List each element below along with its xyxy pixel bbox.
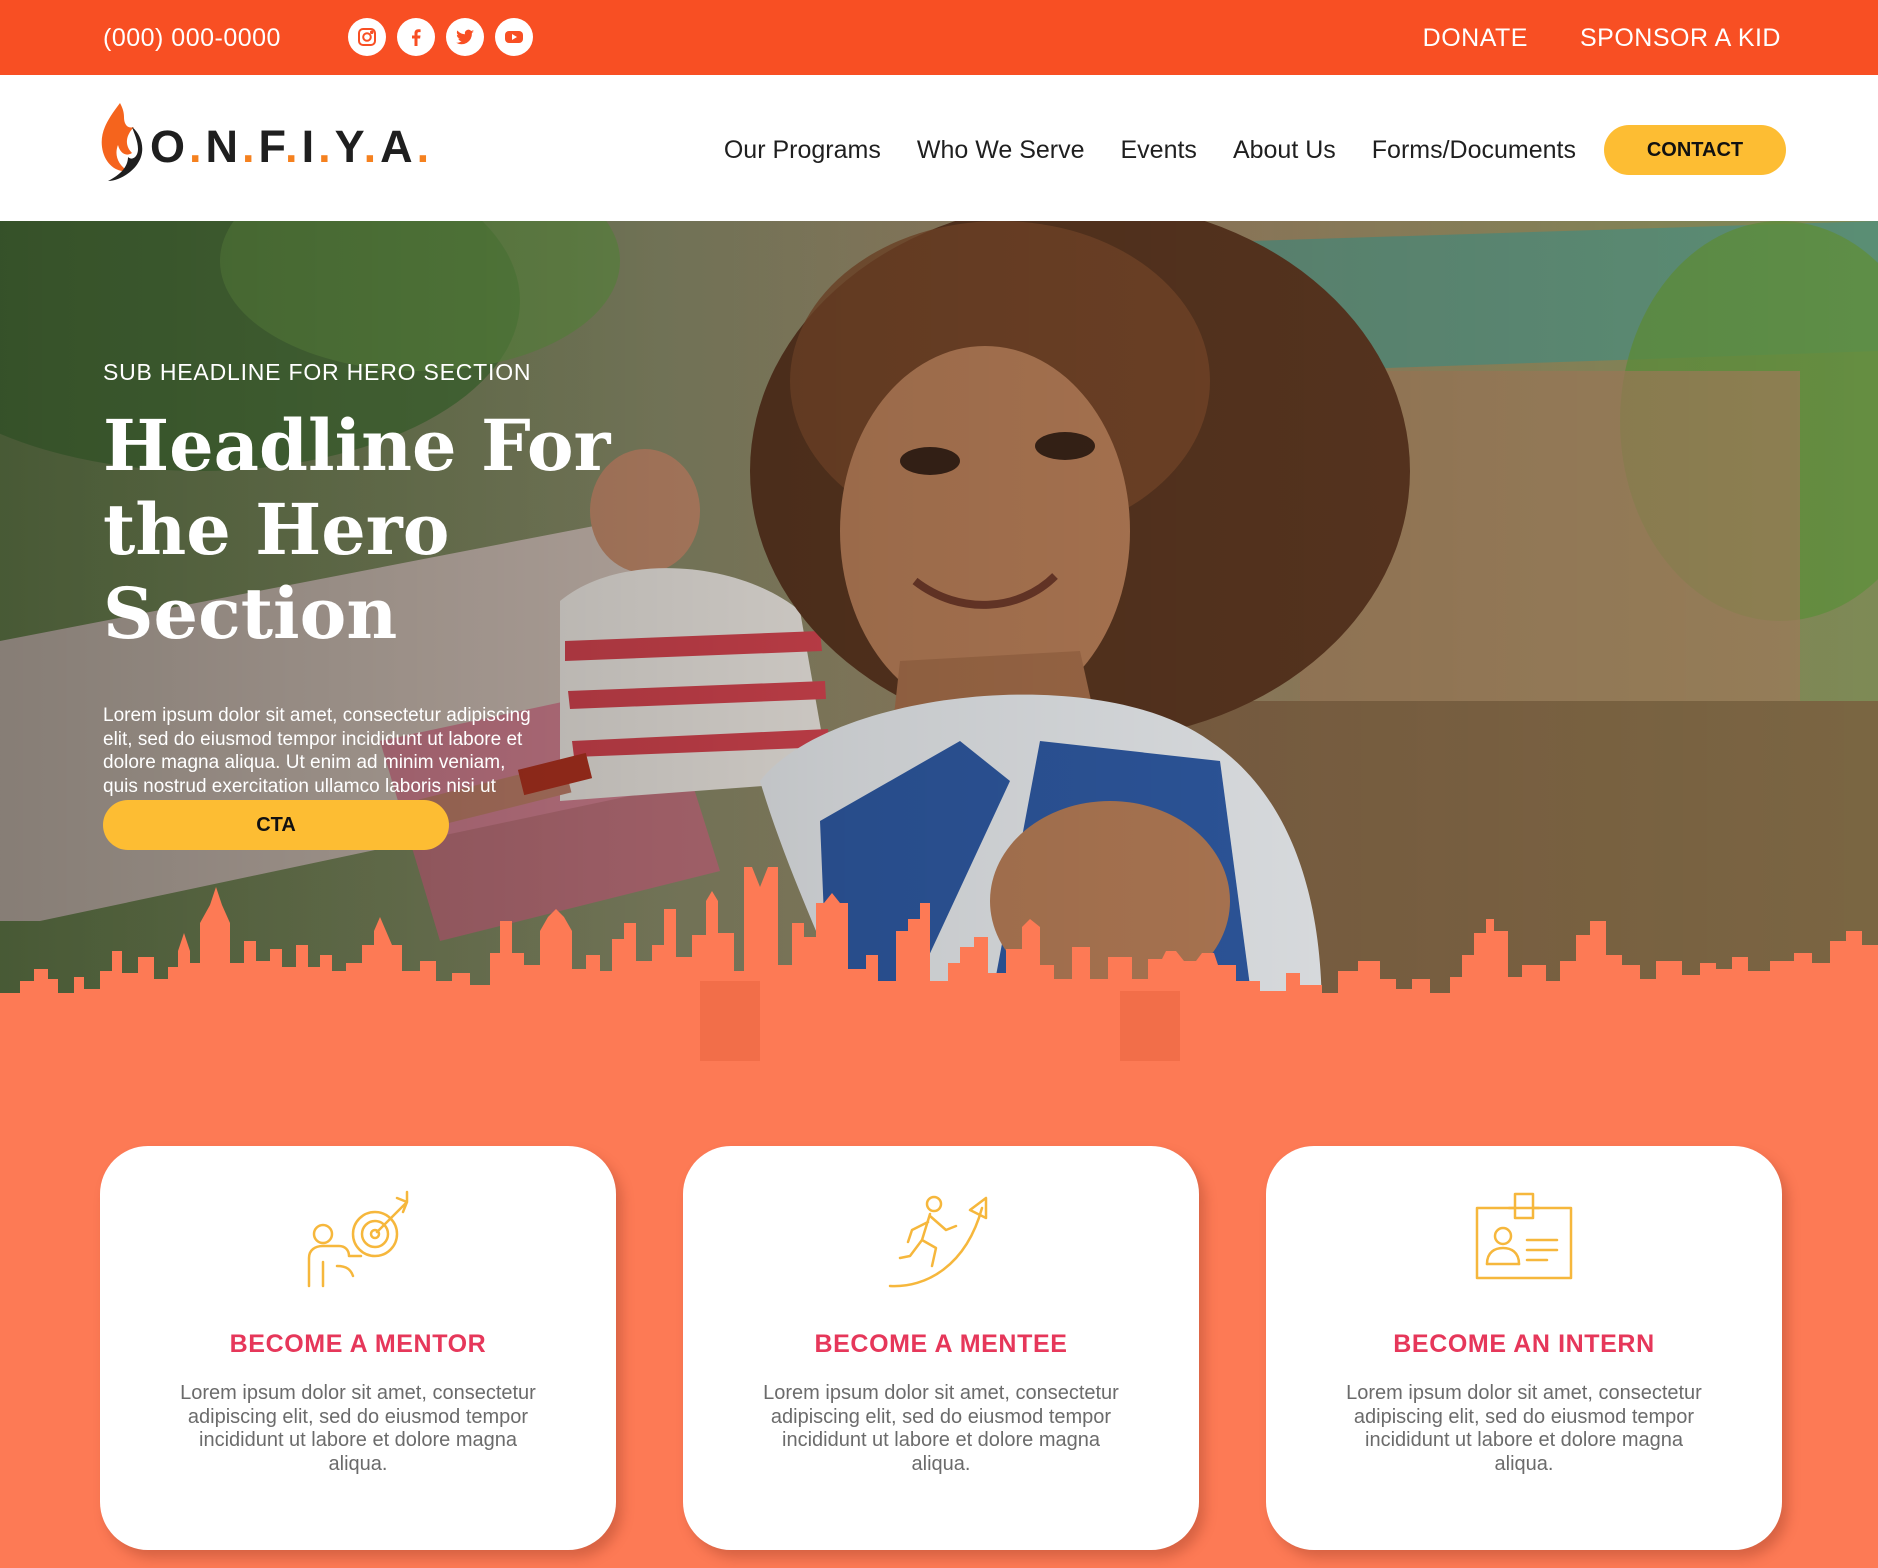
sponsor-a-kid-link[interactable]: SPONSOR A KID [1580,24,1781,53]
top-links: DONATE SPONSOR A KID [1423,24,1781,53]
mentor-card[interactable]: BECOME A MENTOR Lorem ipsum dolor sit am… [100,1146,616,1550]
card-description: Lorem ipsum dolor sit amet, consectetur … [1346,1382,1702,1475]
programs-cards: BECOME A MENTOR Lorem ipsum dolor sit am… [100,1146,1782,1550]
hero-section: SUB HEADLINE FOR HERO SECTION Headline F… [0,221,1878,1061]
facebook-icon[interactable] [397,18,435,56]
youtube-icon[interactable] [495,18,533,56]
top-bar: (000) 000-0000 DONATE SPONSOR A KID [0,0,1878,75]
nav-item-our-programs[interactable]: Our Programs [724,136,881,165]
mentor-target-icon [307,1190,409,1288]
hero-body-text: Lorem ipsum dolor sit amet, consectetur … [103,705,531,797]
hero-content: SUB HEADLINE FOR HERO SECTION Headline F… [103,359,743,798]
nav-item-about-us[interactable]: About Us [1233,136,1336,165]
flame-logo-icon [101,103,143,181]
social-links [348,18,533,56]
hero-cta-button[interactable]: CTA [103,800,449,850]
instagram-icon[interactable] [348,18,386,56]
mentee-growth-icon [888,1195,988,1288]
nav-item-who-we-serve[interactable]: Who We Serve [917,136,1085,165]
hero-sub-headline: SUB HEADLINE FOR HERO SECTION [103,359,532,385]
card-title: BECOME AN INTERN [1393,1330,1655,1358]
nav-item-events[interactable]: Events [1121,136,1197,165]
card-description: Lorem ipsum dolor sit amet, consectetur … [180,1382,536,1475]
logo[interactable]: O.N.F.I.Y.A. [98,101,433,183]
donate-link[interactable]: DONATE [1423,24,1528,53]
intern-badge-icon [1475,1192,1573,1280]
intern-card[interactable]: BECOME AN INTERN Lorem ipsum dolor sit a… [1266,1146,1782,1550]
city-skyline-graphic [0,867,1878,1061]
nav-links: Our Programs Who We Serve Events About U… [724,125,1786,175]
twitter-icon[interactable] [446,18,484,56]
logo-wordmark: O.N.F.I.Y.A. [150,121,434,172]
hero-headline: Headline For the Hero Section [103,404,611,655]
card-title: BECOME A MENTEE [814,1330,1068,1358]
card-title: BECOME A MENTOR [229,1330,487,1358]
card-description: Lorem ipsum dolor sit amet, consectetur … [763,1382,1119,1475]
mentee-card[interactable]: BECOME A MENTEE Lorem ipsum dolor sit am… [683,1146,1199,1550]
main-navigation: O.N.F.I.Y.A. Our Programs Who We Serve E… [0,75,1878,221]
nav-item-forms-documents[interactable]: Forms/Documents [1372,136,1576,165]
phone-number[interactable]: (000) 000-0000 [103,24,281,53]
contact-button[interactable]: CONTACT [1604,125,1786,175]
